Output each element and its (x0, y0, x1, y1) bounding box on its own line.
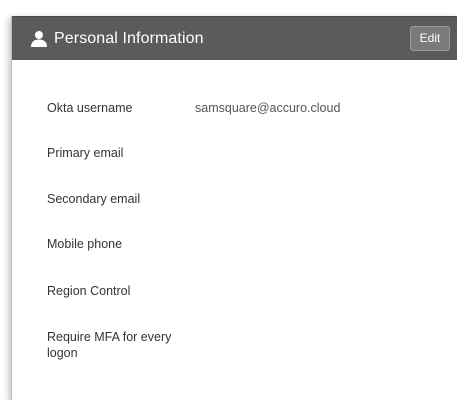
edit-button[interactable]: Edit (410, 26, 450, 51)
field-value: samsquare@accuro.cloud (195, 101, 341, 115)
person-icon (31, 31, 47, 47)
panel-header: Personal Information Edit (12, 16, 457, 60)
field-label: Secondary email (47, 192, 141, 206)
field-label: Region Control (47, 284, 131, 298)
panel-title: Personal Information (54, 30, 204, 47)
personal-information-panel: Personal Information Edit Okta username … (11, 16, 457, 400)
field-label: Okta username (47, 101, 133, 115)
field-label: Primary email (47, 146, 124, 160)
field-label: Require MFA for every logon (47, 330, 172, 360)
field-label: Mobile phone (47, 237, 123, 251)
